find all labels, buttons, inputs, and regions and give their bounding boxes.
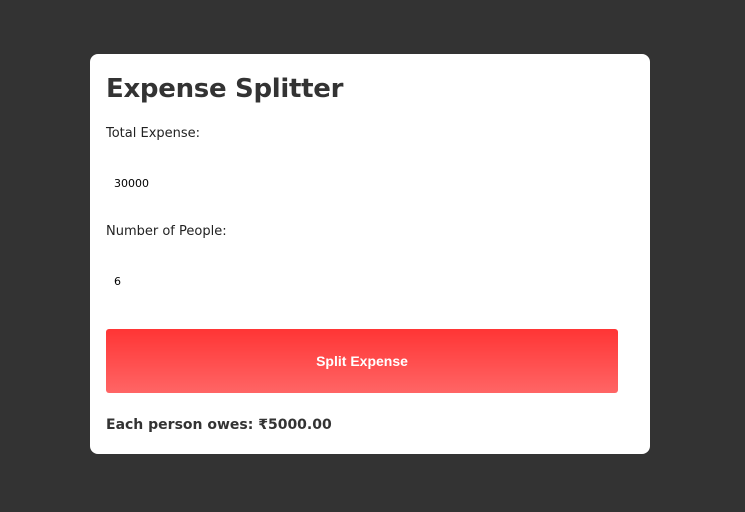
- number-of-people-input[interactable]: [106, 268, 618, 294]
- number-of-people-label: Number of People:: [106, 224, 227, 239]
- total-expense-input[interactable]: [106, 170, 618, 196]
- page-title: Expense Splitter: [106, 74, 344, 104]
- split-expense-button[interactable]: Split Expense: [106, 329, 618, 393]
- expense-splitter-card: Expense Splitter Total Expense: Number o…: [90, 54, 650, 454]
- result-text: Each person owes: ₹5000.00: [106, 417, 332, 433]
- total-expense-label: Total Expense:: [106, 126, 201, 141]
